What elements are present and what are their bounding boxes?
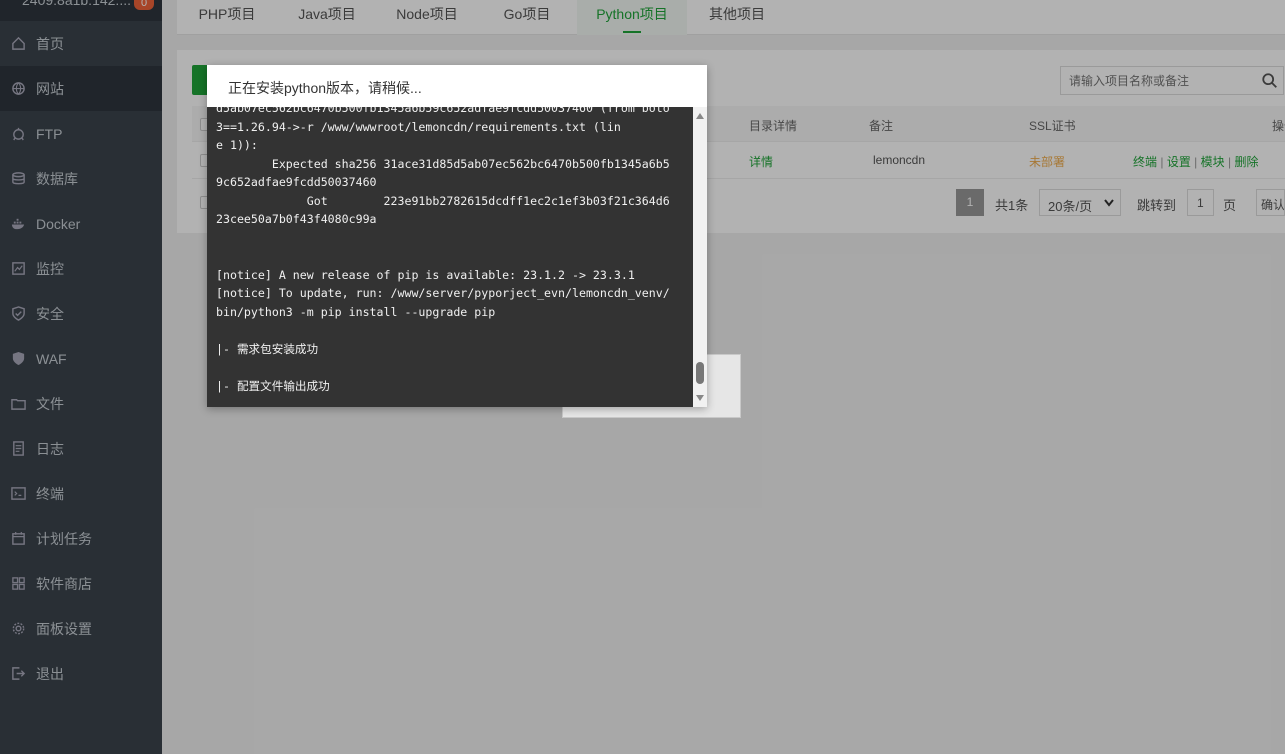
scroll-down-arrow-icon[interactable] <box>696 395 704 401</box>
log-line: Expected sha256 31ace31d85d5ab07ec562bc6… <box>216 156 670 171</box>
log-line: [notice] To update, run: /www/server/pyp… <box>216 286 670 300</box>
log-line: |- 需求包安装成功 <box>216 341 319 356</box>
dialog-title: 正在安装python版本，请稍候... <box>228 80 422 96</box>
install-progress-dialog: 正在安装python版本，请稍候... d5ab07ec562bc6470b50… <box>207 65 707 407</box>
log-line: |- 配置文件输出成功 <box>216 378 330 393</box>
log-line: 23cee50a7b0f43f4080c99a <box>216 212 377 226</box>
scroll-up-arrow-icon[interactable] <box>696 113 704 119</box>
log-line: 9c652adfae9fcdd50037460 <box>216 175 377 189</box>
log-scrollbar[interactable] <box>693 107 707 407</box>
install-log-console[interactable]: d5ab07ec562bc6470b500fb1345a6b59c652adfa… <box>207 107 707 407</box>
log-line: bin/python3 -m pip install --upgrade pip <box>216 304 496 319</box>
log-line: e 1)): <box>216 138 258 152</box>
log-lines: d5ab07ec562bc6470b500fb1345a6b59c652adfa… <box>216 107 686 395</box>
log-line: d5ab07ec562bc6470b500fb1345a6b59c652adfa… <box>216 107 670 115</box>
log-line: Got 223e91bb2782615dcdff1ec2c1ef3b03f21c… <box>216 193 670 208</box>
log-line: [notice] A new release of pip is availab… <box>216 267 635 282</box>
log-line: 3==1.26.94->-r /www/wwwroot/lemoncdn/req… <box>216 119 621 134</box>
app-window: 2409:8a1b:142:... 0 首页 网站 FTP 数据库 Docker 监控 安全… <box>0 0 1285 754</box>
scrollbar-thumb[interactable] <box>696 362 704 384</box>
